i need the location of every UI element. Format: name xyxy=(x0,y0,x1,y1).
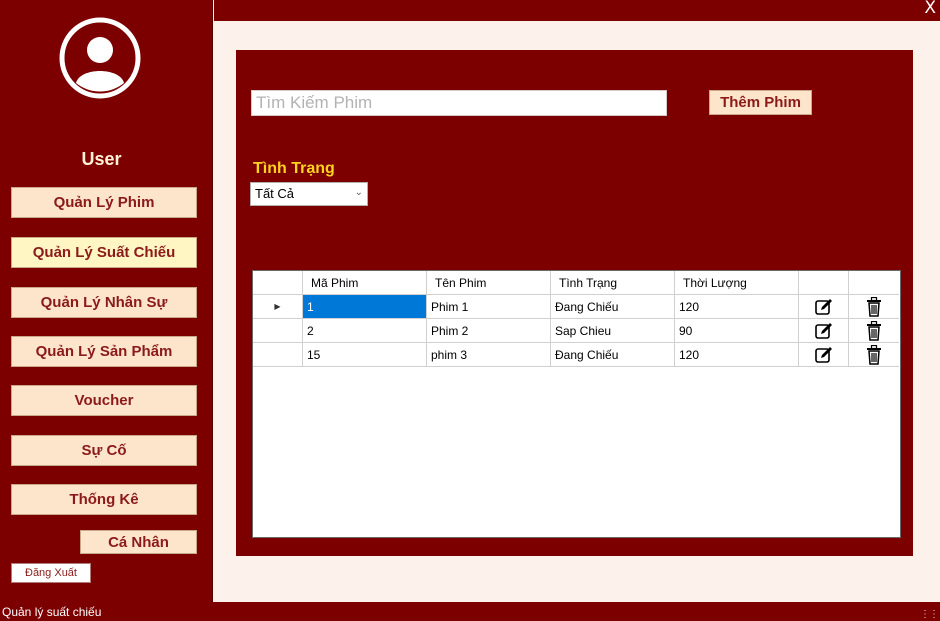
cell-tinh-trang[interactable]: Sap Chieu xyxy=(551,319,675,343)
status-bar: Quản lý suất chiếu ⋮⋮ xyxy=(0,602,940,621)
delete-button[interactable] xyxy=(849,343,899,367)
delete-button[interactable] xyxy=(849,295,899,319)
edit-icon xyxy=(814,298,832,315)
row-header-corner xyxy=(253,271,303,295)
cell-thoi-luong[interactable]: 120 xyxy=(675,343,799,367)
nav-thong-ke-button[interactable]: Thống Kê xyxy=(11,484,197,515)
delete-button[interactable] xyxy=(849,319,899,343)
row-selector[interactable]: ▶ xyxy=(253,295,303,319)
user-avatar-icon xyxy=(59,17,141,99)
top-bar: X xyxy=(214,0,940,21)
content-panel: Thêm Phim Tình Trạng Tất Cả ⌄ Mã Phim Tê… xyxy=(236,50,913,556)
close-button[interactable]: X xyxy=(924,0,936,18)
table-row[interactable]: 2 Phim 2 Sap Chieu 90 xyxy=(253,319,900,343)
status-filter-value: Tất Cả xyxy=(255,186,295,201)
cell-ten-phim[interactable]: phim 3 xyxy=(427,343,551,367)
column-header-thoi-luong[interactable]: Thời Lượng xyxy=(675,271,799,295)
cell-tinh-trang[interactable]: Đang Chiếu xyxy=(551,295,675,319)
edit-button[interactable] xyxy=(799,343,849,367)
cell-ma-phim[interactable]: 15 xyxy=(303,343,427,367)
edit-button[interactable] xyxy=(799,319,849,343)
cell-ten-phim[interactable]: Phim 2 xyxy=(427,319,551,343)
column-header-ten-phim[interactable]: Tên Phim xyxy=(427,271,551,295)
nav-su-co-button[interactable]: Sự Cố xyxy=(11,435,197,466)
edit-button[interactable] xyxy=(799,295,849,319)
row-pointer-icon: ▶ xyxy=(274,302,281,311)
edit-icon xyxy=(814,346,832,363)
resize-grip-icon[interactable]: ⋮⋮ xyxy=(920,609,939,620)
nav-quan-ly-suat-chieu-button[interactable]: Quản Lý Suất Chiếu xyxy=(11,237,197,268)
sidebar: User Quản Lý Phim Quản Lý Suất Chiếu Quả… xyxy=(0,0,213,602)
status-filter-label: Tình Trạng xyxy=(253,160,335,177)
cell-thoi-luong[interactable]: 120 xyxy=(675,295,799,319)
user-label: User xyxy=(81,149,122,169)
status-text: Quản lý suất chiếu xyxy=(2,605,102,619)
nav-quan-ly-phim-button[interactable]: Quản Lý Phim xyxy=(11,187,197,218)
table-header: Mã Phim Tên Phim Tình Trạng Thời Lượng xyxy=(253,271,900,295)
chevron-down-icon: ⌄ xyxy=(354,187,363,198)
nav-ca-nhan-button[interactable]: Cá Nhân xyxy=(80,530,197,554)
logout-button[interactable]: Đăng Xuất xyxy=(11,563,91,583)
nav-quan-ly-nhan-su-button[interactable]: Quản Lý Nhân Sự xyxy=(11,287,197,318)
edit-icon xyxy=(814,322,832,339)
cell-tinh-trang[interactable]: Đang Chiếu xyxy=(551,343,675,367)
add-movie-button[interactable]: Thêm Phim xyxy=(709,90,812,115)
cell-ma-phim[interactable]: 1 xyxy=(303,295,427,319)
row-selector[interactable] xyxy=(253,319,303,343)
trash-icon xyxy=(867,320,881,341)
table-row[interactable]: ▶ 1 Phim 1 Đang Chiếu 120 xyxy=(253,295,900,319)
movie-table: Mã Phim Tên Phim Tình Trạng Thời Lượng ▶… xyxy=(252,270,901,538)
column-header-edit xyxy=(799,271,849,295)
column-header-tinh-trang[interactable]: Tình Trạng xyxy=(551,271,675,295)
column-header-delete xyxy=(849,271,899,295)
cell-ten-phim[interactable]: Phim 1 xyxy=(427,295,551,319)
column-header-ma-phim[interactable]: Mã Phim xyxy=(303,271,427,295)
cell-thoi-luong[interactable]: 90 xyxy=(675,319,799,343)
nav-quan-ly-san-pham-button[interactable]: Quản Lý Sản Phẩm xyxy=(11,336,197,367)
table-row[interactable]: 15 phim 3 Đang Chiếu 120 xyxy=(253,343,900,367)
search-input[interactable] xyxy=(251,90,667,116)
cell-ma-phim[interactable]: 2 xyxy=(303,319,427,343)
nav-voucher-button[interactable]: Voucher xyxy=(11,385,197,416)
row-selector[interactable] xyxy=(253,343,303,367)
trash-icon xyxy=(867,344,881,365)
status-filter-select[interactable]: Tất Cả ⌄ xyxy=(250,182,368,206)
trash-icon xyxy=(867,296,881,317)
